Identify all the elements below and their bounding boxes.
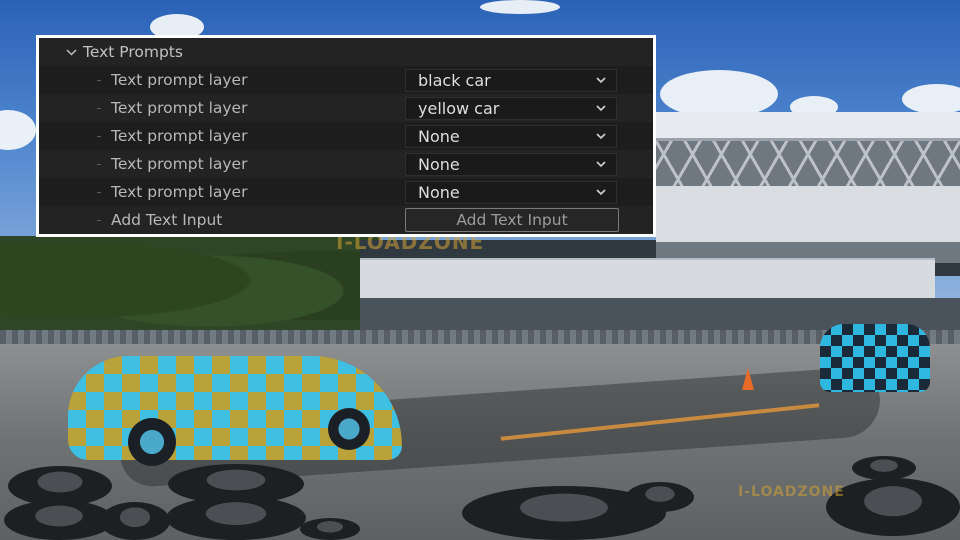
prompt-layer-dropdown[interactable]: None	[405, 124, 617, 148]
chevron-down-icon	[596, 132, 606, 139]
dropdown-value: black car	[418, 70, 491, 90]
chevron-down-icon	[596, 76, 606, 83]
cloud	[480, 0, 560, 14]
dropdown-value: yellow car	[418, 98, 500, 118]
prompt-layer-label: Text prompt layer	[111, 155, 248, 173]
tree-tick	[97, 191, 101, 193]
watermark-bottom-right: I-LOADZONE	[738, 484, 845, 500]
dropdown-value: None	[418, 182, 460, 202]
prompt-layer-label: Text prompt layer	[111, 99, 248, 117]
chevron-down-icon[interactable]	[63, 48, 79, 56]
dropdown-value: None	[418, 126, 460, 146]
prompt-row: Text prompt layer None	[39, 122, 653, 150]
prompt-layer-dropdown[interactable]: None	[405, 152, 617, 176]
add-text-input-row: Add Text Input Add Text Input	[39, 206, 653, 234]
chevron-down-icon	[596, 188, 606, 195]
car-wheel	[328, 408, 370, 450]
tree-tick	[97, 135, 101, 137]
traffic-cone	[742, 368, 754, 390]
tree-tick	[97, 163, 101, 165]
prompt-row: Text prompt layer black car	[39, 66, 653, 94]
tire-stack	[4, 500, 114, 540]
prompt-layer-dropdown[interactable]: black car	[405, 68, 617, 92]
cloud	[660, 70, 778, 118]
prompt-layer-label: Text prompt layer	[111, 183, 248, 201]
tire-stack	[166, 496, 306, 540]
text-prompts-panel: Text Prompts Text prompt layer black car…	[36, 35, 656, 237]
stadium-roof	[656, 112, 960, 141]
prompt-layer-dropdown[interactable]: yellow car	[405, 96, 617, 120]
video-frame: I-LOADZONE I-LOADZONE Text Prompts Text …	[0, 0, 960, 540]
chevron-down-icon	[596, 104, 606, 111]
tire-stack	[300, 518, 360, 540]
tire-stack	[852, 456, 916, 480]
prompt-layer-label: Text prompt layer	[111, 71, 248, 89]
tire-stack	[626, 482, 694, 512]
segmented-black-car	[820, 324, 930, 392]
tire-stack	[100, 502, 170, 540]
tree-tick	[97, 219, 101, 221]
add-text-input-label: Add Text Input	[111, 211, 223, 229]
prompt-row: Text prompt layer yellow car	[39, 94, 653, 122]
prompt-row: Text prompt layer None	[39, 150, 653, 178]
tree-tick	[97, 107, 101, 109]
stadium-facade	[656, 186, 960, 242]
prompt-row: Text prompt layer None	[39, 178, 653, 206]
tree-tick	[97, 79, 101, 81]
stadium-truss	[656, 138, 960, 188]
group-title: Text Prompts	[83, 43, 183, 61]
prompt-layer-label: Text prompt layer	[111, 127, 248, 145]
car-wheel	[128, 418, 176, 466]
prompt-layer-dropdown[interactable]: None	[405, 180, 617, 204]
stadium-balcony	[360, 258, 935, 302]
tire-stack	[826, 478, 960, 536]
add-text-input-button[interactable]: Add Text Input	[405, 208, 619, 232]
text-prompts-group-header[interactable]: Text Prompts	[63, 40, 183, 64]
dropdown-value: None	[418, 154, 460, 174]
chevron-down-icon	[596, 160, 606, 167]
